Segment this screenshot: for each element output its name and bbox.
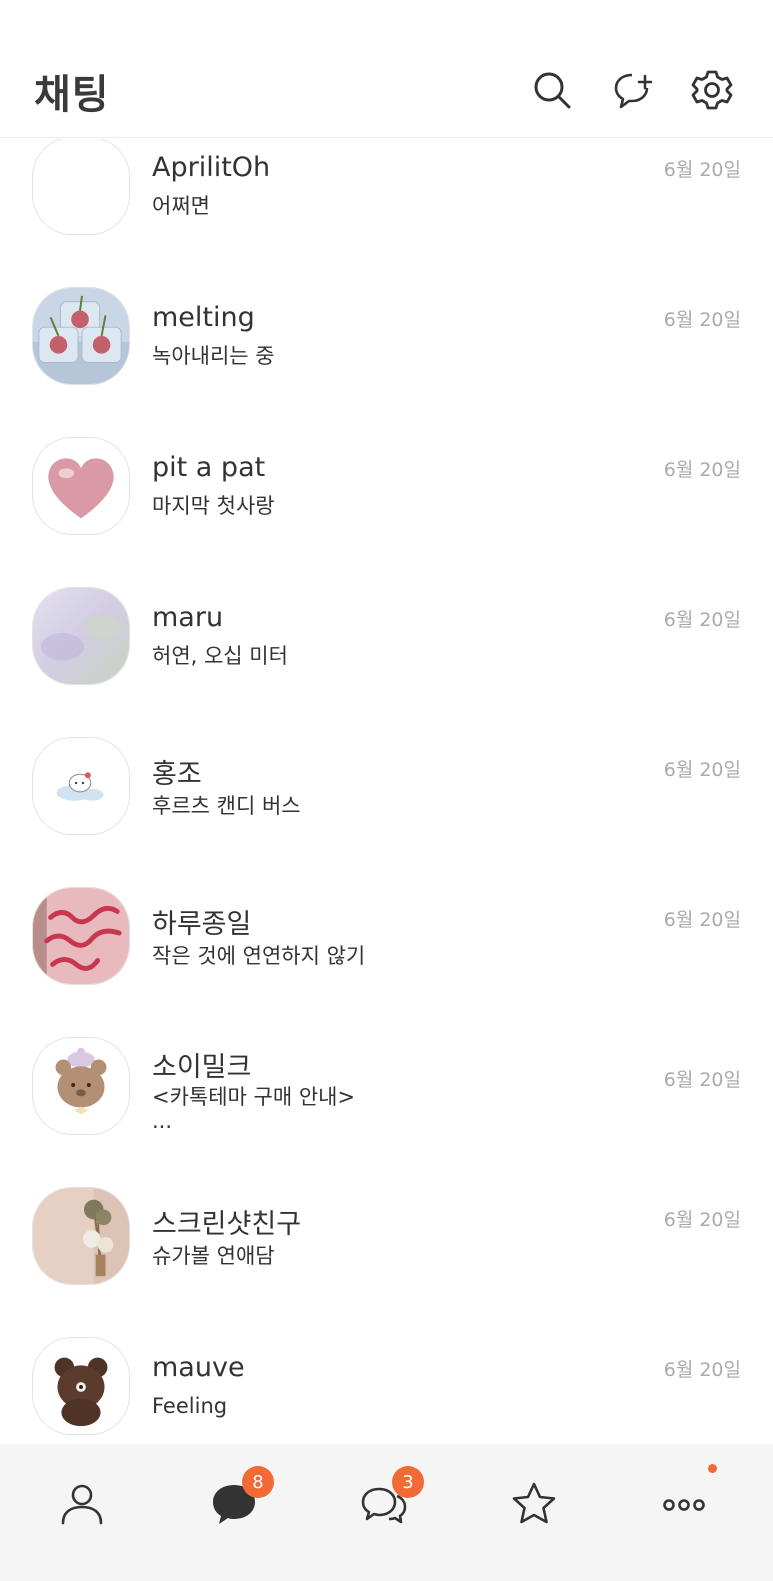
chat-last-message: 후르츠 캔디 버스: [152, 794, 301, 818]
chat-row[interactable]: 하루종일 작은 것에 연연하지 않기 6월 20일: [0, 879, 773, 1029]
chat-name: 홍조: [152, 759, 202, 790]
openchat-tab[interactable]: 3: [344, 1464, 424, 1544]
chat-last-message: Feeling: [152, 1394, 228, 1418]
chat-date: 6월 20일: [663, 159, 741, 181]
page-title: 채팅: [34, 72, 110, 118]
chat-date: 6월 20일: [663, 1069, 741, 1091]
more-notification-dot: [708, 1464, 717, 1473]
chat-name: 스크린샷친구: [152, 1209, 302, 1240]
avatar: [32, 587, 130, 685]
view-tab[interactable]: [494, 1464, 574, 1544]
chat-name: mauve: [152, 1352, 245, 1383]
more-tab[interactable]: [644, 1464, 724, 1544]
chat-last-message: 허연, 오십 미터: [152, 644, 288, 668]
chat-row[interactable]: 소이밀크 <카톡테마 구매 안내> ... 6월 20일: [0, 1029, 773, 1179]
chat-last-message-continued: ...: [152, 1109, 173, 1133]
chat-name: 하루종일: [152, 909, 252, 940]
avatar: [32, 287, 130, 385]
star-icon: [512, 1482, 556, 1524]
avatar: [32, 437, 130, 535]
openchat-unread-badge: 3: [392, 1466, 424, 1498]
chat-name: pit a pat: [152, 452, 266, 483]
chat-name: AprilitOh: [152, 152, 271, 183]
chat-name: melting: [152, 302, 255, 333]
search-icon[interactable]: [528, 66, 576, 114]
chat-date: 6월 20일: [663, 609, 741, 631]
chat-row[interactable]: 스크린샷친구 슈가볼 연애담 6월 20일: [0, 1179, 773, 1329]
avatar: [32, 737, 130, 835]
chat-date: 6월 20일: [663, 1209, 741, 1231]
chat-row[interactable]: maru 허연, 오십 미터 6월 20일: [0, 579, 773, 729]
chat-last-message: <카톡테마 구매 안내>: [152, 1085, 356, 1109]
more-dots-icon: [663, 1499, 705, 1511]
avatar: [32, 887, 130, 985]
chat-name: 소이밀크: [152, 1052, 252, 1083]
chat-name: maru: [152, 602, 224, 633]
avatar: [32, 1037, 130, 1135]
chat-last-message: 녹아내리는 중: [152, 344, 275, 368]
chat-date: 6월 20일: [663, 909, 741, 931]
chats-tab[interactable]: 8: [194, 1464, 274, 1544]
settings-icon[interactable]: [688, 66, 736, 114]
chat-last-message: 작은 것에 연연하지 않기: [152, 944, 366, 968]
chat-row[interactable]: 홍조 후르츠 캔디 버스 6월 20일: [0, 729, 773, 879]
person-icon: [61, 1484, 103, 1525]
chat-row[interactable]: AprilitOh 어쩌면 6월 20일: [0, 139, 773, 279]
avatar: [32, 1337, 130, 1435]
app-header: 채팅: [0, 0, 773, 138]
chat-last-message: 슈가볼 연애담: [152, 1244, 275, 1268]
friends-tab[interactable]: [42, 1464, 122, 1544]
chat-date: 6월 20일: [663, 309, 741, 331]
chat-row[interactable]: mauve Feeling 6월 20일: [0, 1329, 773, 1444]
chat-date: 6월 20일: [663, 1359, 741, 1381]
chat-row[interactable]: pit a pat 마지막 첫사랑 6월 20일: [0, 429, 773, 579]
avatar: [32, 139, 130, 235]
chat-list: AprilitOh 어쩌면 6월 20일 melting 녹아내리는 중 6월 …: [0, 139, 773, 1444]
avatar: [32, 1187, 130, 1285]
chat-last-message: 어쩌면: [152, 194, 210, 218]
chat-last-message: 마지막 첫사랑: [152, 494, 275, 518]
chat-date: 6월 20일: [663, 459, 741, 481]
chat-row[interactable]: melting 녹아내리는 중 6월 20일: [0, 279, 773, 429]
chats-unread-badge: 8: [242, 1466, 274, 1498]
new-chat-icon[interactable]: [610, 66, 658, 114]
chat-date: 6월 20일: [663, 759, 741, 781]
bottom-tab-bar: 8 3: [0, 1444, 773, 1581]
